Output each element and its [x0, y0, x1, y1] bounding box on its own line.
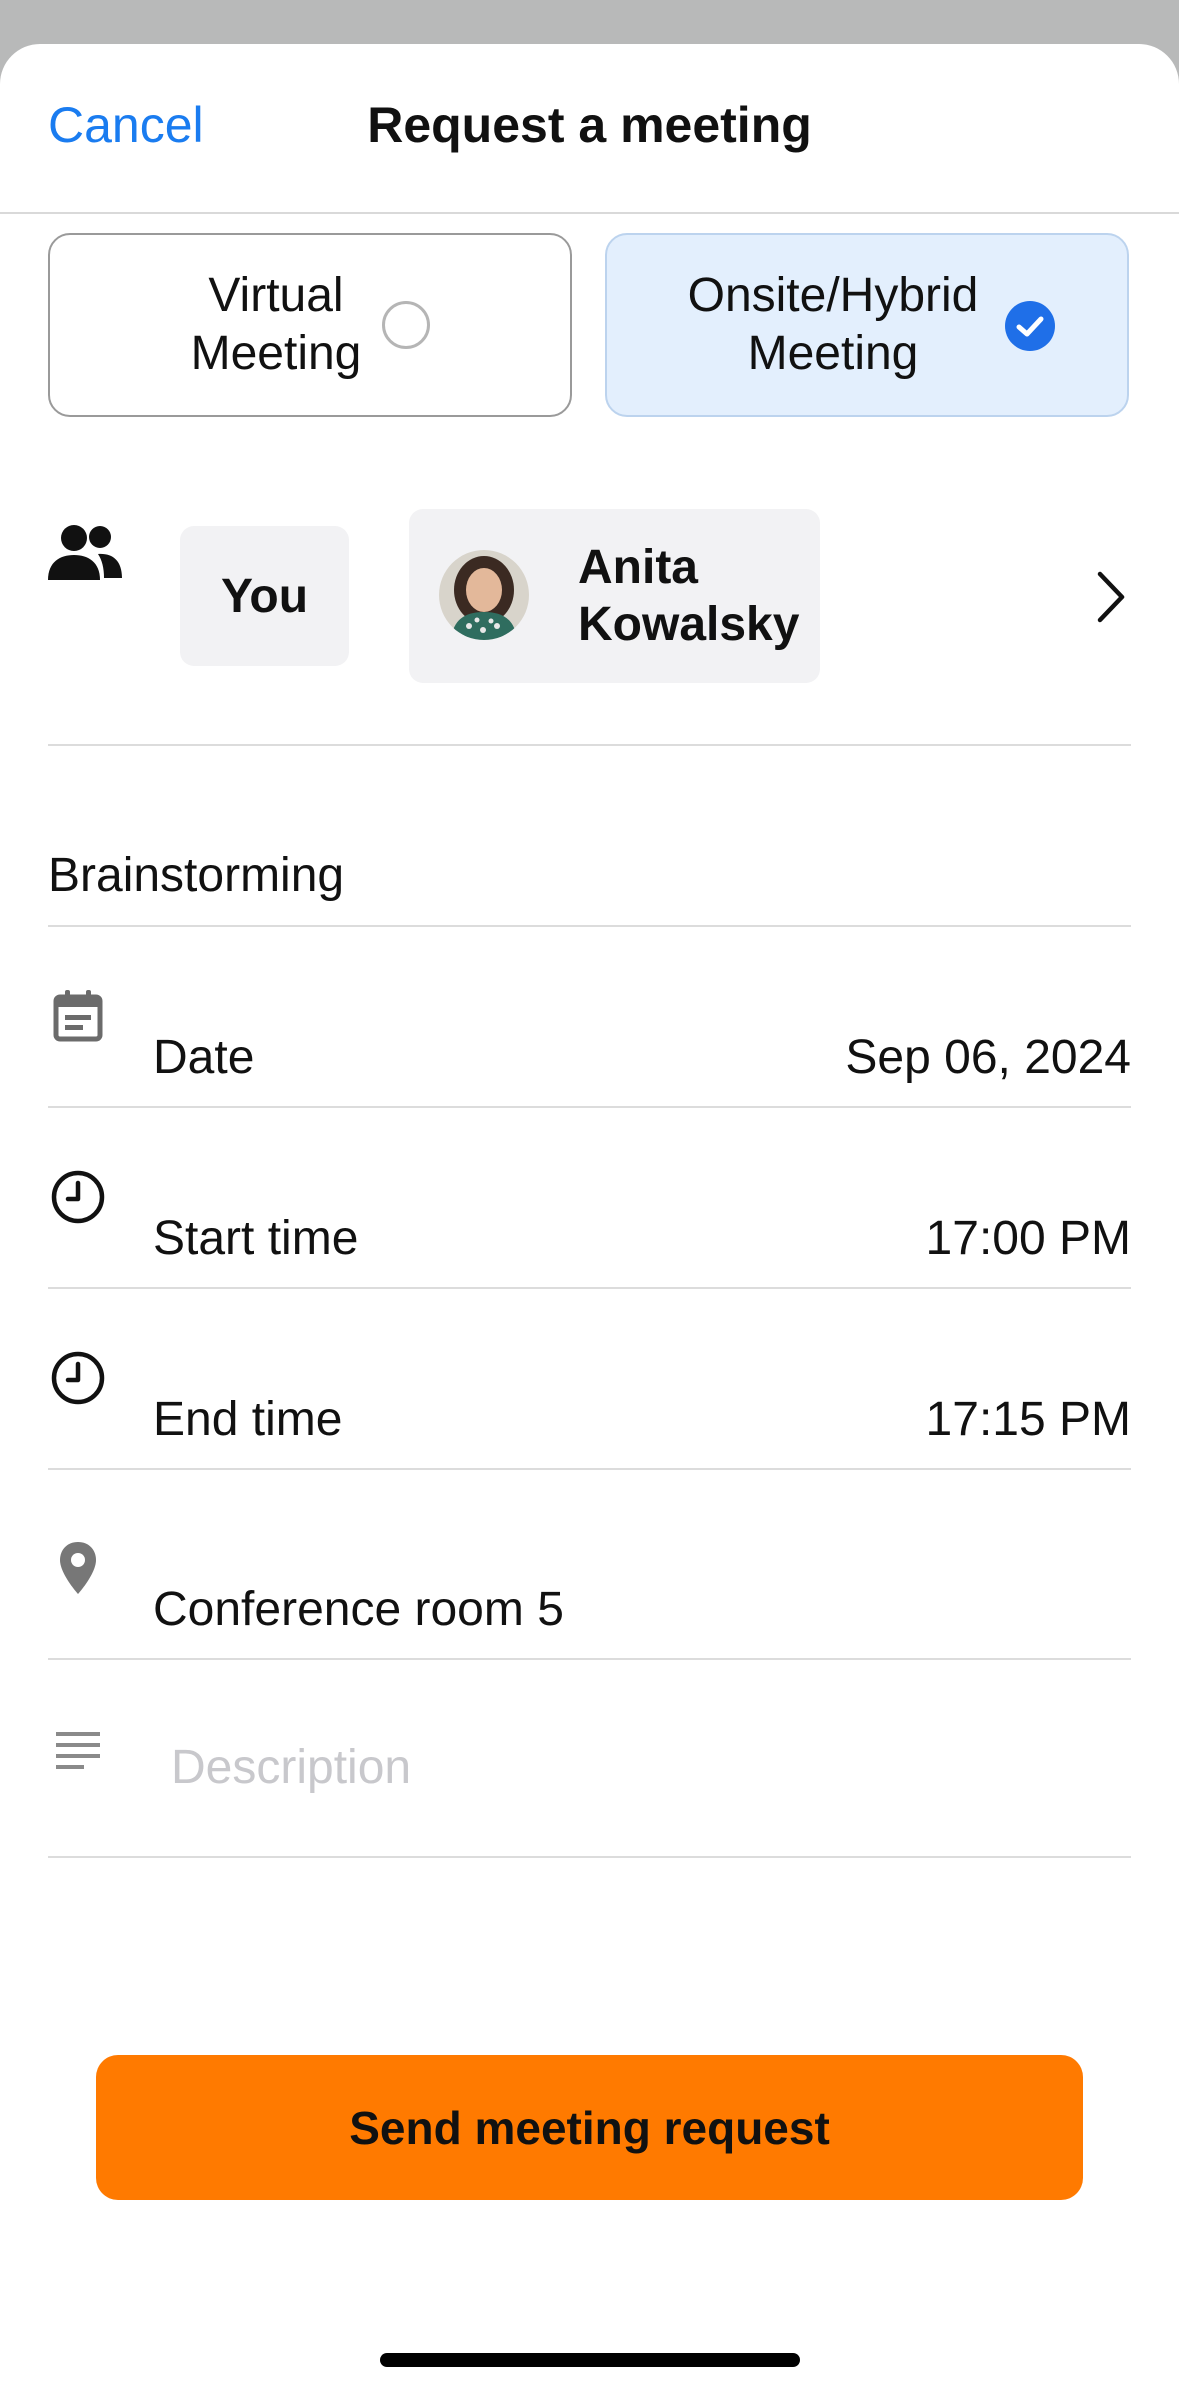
- start-time-label: Start time: [153, 1212, 359, 1265]
- meeting-title-field[interactable]: Brainstorming: [48, 848, 344, 903]
- request-meeting-sheet: Cancel Request a meeting Virtual Meeting…: [0, 44, 1179, 2393]
- clock-icon: [51, 1170, 105, 1224]
- clock-icon: [51, 1351, 105, 1405]
- end-time-value[interactable]: 17:15 PM: [926, 1392, 1131, 1447]
- divider: [48, 1287, 1131, 1289]
- home-indicator: [380, 2353, 800, 2367]
- divider: [48, 925, 1131, 927]
- avatar: [439, 550, 529, 640]
- calendar-icon: [53, 990, 103, 1042]
- onsite-hybrid-meeting-option[interactable]: Onsite/Hybrid Meeting: [605, 233, 1129, 417]
- people-icon: [48, 525, 122, 580]
- radio-unchecked-icon[interactable]: [382, 301, 430, 349]
- start-time-value[interactable]: 17:00 PM: [926, 1211, 1131, 1266]
- virtual-meeting-option[interactable]: Virtual Meeting: [48, 233, 572, 417]
- divider: [48, 1658, 1131, 1660]
- virtual-meeting-label: Virtual Meeting: [190, 269, 362, 380]
- end-time-label: End time: [153, 1393, 343, 1446]
- date-label: Date: [153, 1031, 255, 1084]
- participant-name: Anita Kowalsky: [578, 541, 800, 651]
- page-title: Request a meeting: [367, 97, 812, 153]
- checkmark-icon: [1016, 316, 1044, 337]
- participant-chip-anita[interactable]: Anita Kowalsky: [409, 509, 820, 683]
- divider: [48, 744, 1131, 746]
- participant-chip-you[interactable]: You: [180, 526, 349, 666]
- radio-checked-icon[interactable]: [1005, 301, 1055, 351]
- send-meeting-request-button[interactable]: Send meeting request: [96, 2055, 1083, 2200]
- divider: [48, 1106, 1131, 1108]
- date-value[interactable]: Sep 06, 2024: [845, 1030, 1131, 1085]
- location-value[interactable]: Conference room 5: [153, 1582, 564, 1637]
- description-input[interactable]: Description: [171, 1740, 411, 1795]
- chevron-right-icon[interactable]: [1095, 569, 1127, 625]
- divider: [48, 1856, 1131, 1858]
- onsite-meeting-label: Onsite/Hybrid Meeting: [687, 269, 979, 380]
- description-lines-icon: [56, 1732, 100, 1769]
- navigation-bar: Cancel Request a meeting: [0, 44, 1179, 214]
- divider: [48, 1468, 1131, 1470]
- location-pin-icon: [60, 1542, 96, 1594]
